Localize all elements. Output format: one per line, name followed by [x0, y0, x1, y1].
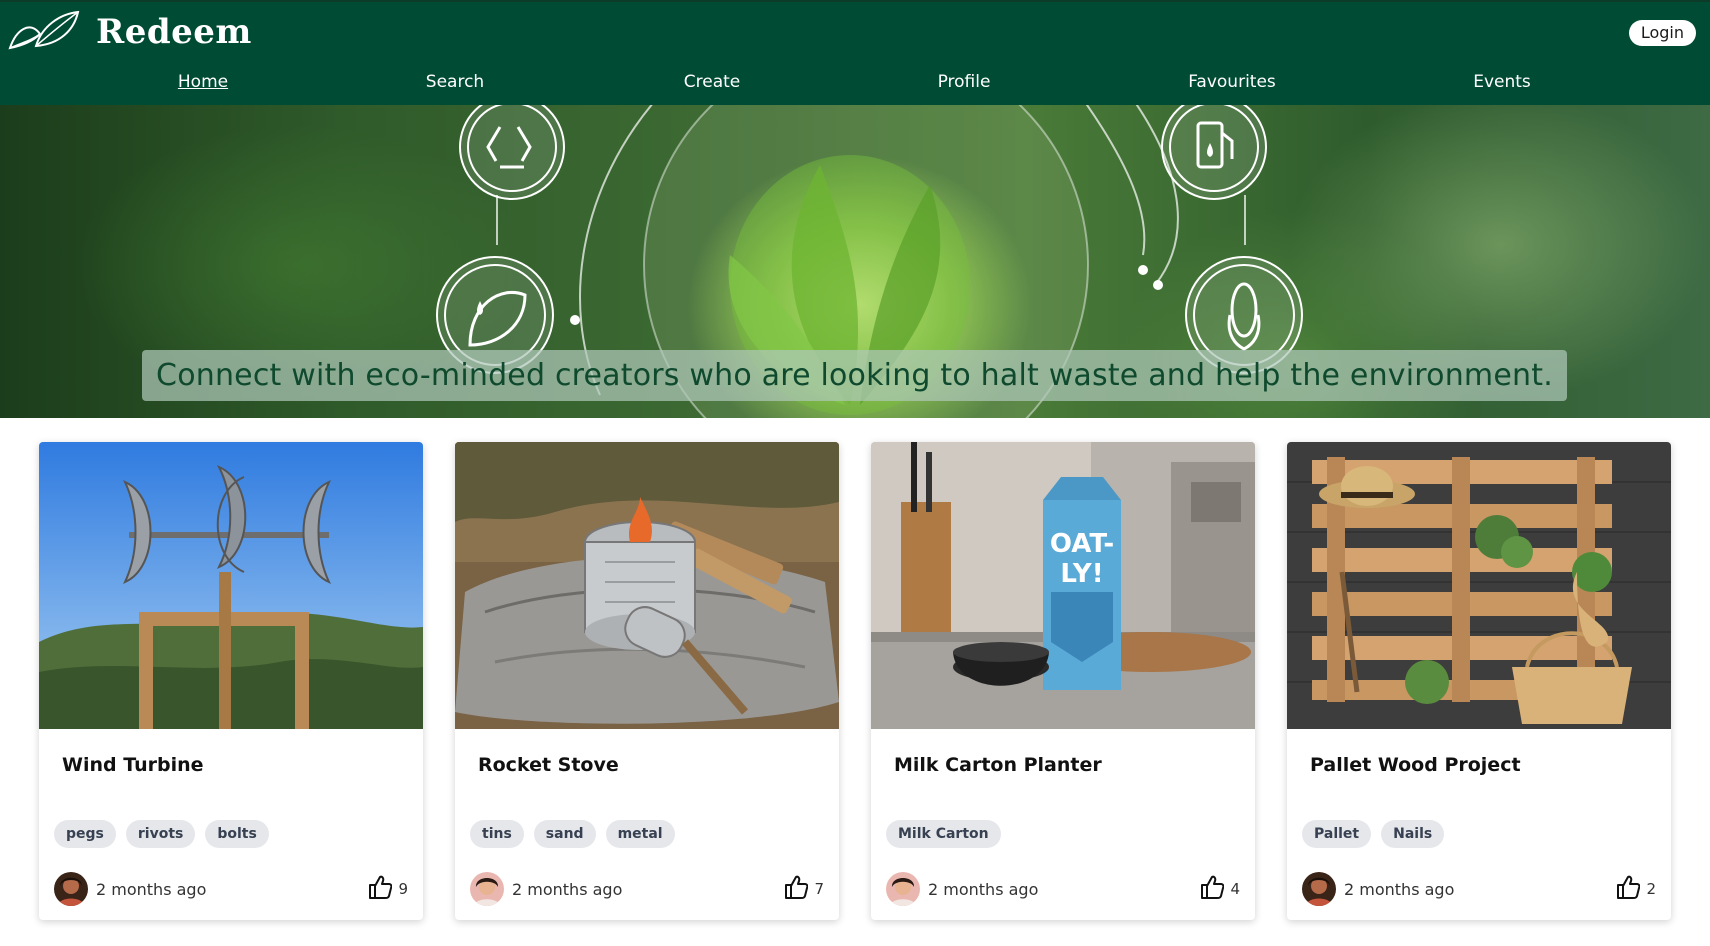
nav-home[interactable]: Home [178, 72, 228, 92]
card-footer: 2 months ago 4 [886, 872, 1240, 908]
tag-list: Pallet Nails [1302, 820, 1445, 848]
tag-list: Milk Carton [886, 820, 1001, 848]
card-footer: 2 months ago 2 [1302, 872, 1656, 908]
thumbs-up-icon [1200, 874, 1225, 904]
card-title[interactable]: Wind Turbine [62, 754, 204, 776]
tag-list: pegs rivots bolts [54, 820, 269, 848]
project-card[interactable]: Wind Turbine pegs rivots bolts 2 months … [39, 442, 423, 920]
thumbs-up-icon [368, 874, 393, 904]
login-button[interactable]: Login [1628, 20, 1696, 46]
project-image-wind-turbine [39, 442, 423, 729]
tag[interactable]: Pallet [1302, 820, 1372, 848]
tag[interactable]: sand [533, 820, 596, 848]
project-card[interactable]: OAT- LY! Milk Carton Planter Milk Carton… [871, 442, 1255, 920]
avatar[interactable] [886, 872, 920, 906]
like-button[interactable]: 7 [784, 874, 824, 904]
project-card[interactable]: Pallet Wood Project Pallet Nails 2 month… [1287, 442, 1671, 920]
nav-favourites[interactable]: Favourites [1188, 72, 1276, 92]
hero-tagline-banner: Connect with eco-minded creators who are… [142, 350, 1567, 401]
tag-list: tins sand metal [470, 820, 675, 848]
card-title[interactable]: Rocket Stove [478, 754, 619, 776]
leaf-logo-icon [6, 8, 82, 56]
card-footer: 2 months ago 7 [470, 872, 824, 908]
thumbs-up-icon [1616, 874, 1641, 904]
tag[interactable]: bolts [205, 820, 269, 848]
project-image-rocket-stove [455, 442, 839, 729]
post-time: 2 months ago [512, 880, 623, 899]
project-image-milk-carton-planter: OAT- LY! [871, 442, 1255, 729]
app-name: Redeem [96, 12, 252, 52]
nav-profile[interactable]: Profile [938, 72, 991, 92]
nav-create[interactable]: Create [684, 72, 741, 92]
like-count: 7 [814, 880, 824, 898]
tag[interactable]: metal [605, 820, 675, 848]
card-title[interactable]: Milk Carton Planter [894, 754, 1102, 776]
card-footer: 2 months ago 9 [54, 872, 408, 908]
like-count: 4 [1230, 880, 1240, 898]
tag[interactable]: tins [470, 820, 524, 848]
project-card[interactable]: Rocket Stove tins sand metal 2 months ag… [455, 442, 839, 920]
svg-text:OAT-: OAT- [1050, 529, 1114, 559]
avatar[interactable] [470, 872, 504, 906]
logo[interactable]: Redeem [6, 8, 252, 56]
tag[interactable]: Milk Carton [886, 820, 1001, 848]
nav-events[interactable]: Events [1473, 72, 1531, 92]
avatar[interactable] [1302, 872, 1336, 906]
nav-search[interactable]: Search [426, 72, 484, 92]
post-time: 2 months ago [928, 880, 1039, 899]
hero-tagline: Connect with eco-minded creators who are… [156, 358, 1553, 393]
tag[interactable]: rivots [125, 820, 196, 848]
thumbs-up-icon [784, 874, 809, 904]
svg-text:LY!: LY! [1060, 559, 1103, 589]
tag[interactable]: Nails [1381, 820, 1445, 848]
post-time: 2 months ago [1344, 880, 1455, 899]
like-count: 2 [1646, 880, 1656, 898]
main-nav: Home Search Create Profile Favourites Ev… [0, 72, 1710, 98]
hero-banner: Connect with eco-minded creators who are… [0, 105, 1710, 418]
card-title[interactable]: Pallet Wood Project [1310, 754, 1521, 776]
avatar[interactable] [54, 872, 88, 906]
fuel-pump-icon [1161, 105, 1267, 200]
recycle-icon [459, 105, 565, 200]
top-header: Redeem Login Home Search Create Profile … [0, 0, 1710, 105]
like-button[interactable]: 4 [1200, 874, 1240, 904]
project-image-pallet-wood [1287, 442, 1671, 729]
tag[interactable]: pegs [54, 820, 116, 848]
like-count: 9 [398, 880, 408, 898]
like-button[interactable]: 2 [1616, 874, 1656, 904]
post-time: 2 months ago [96, 880, 207, 899]
like-button[interactable]: 9 [368, 874, 408, 904]
